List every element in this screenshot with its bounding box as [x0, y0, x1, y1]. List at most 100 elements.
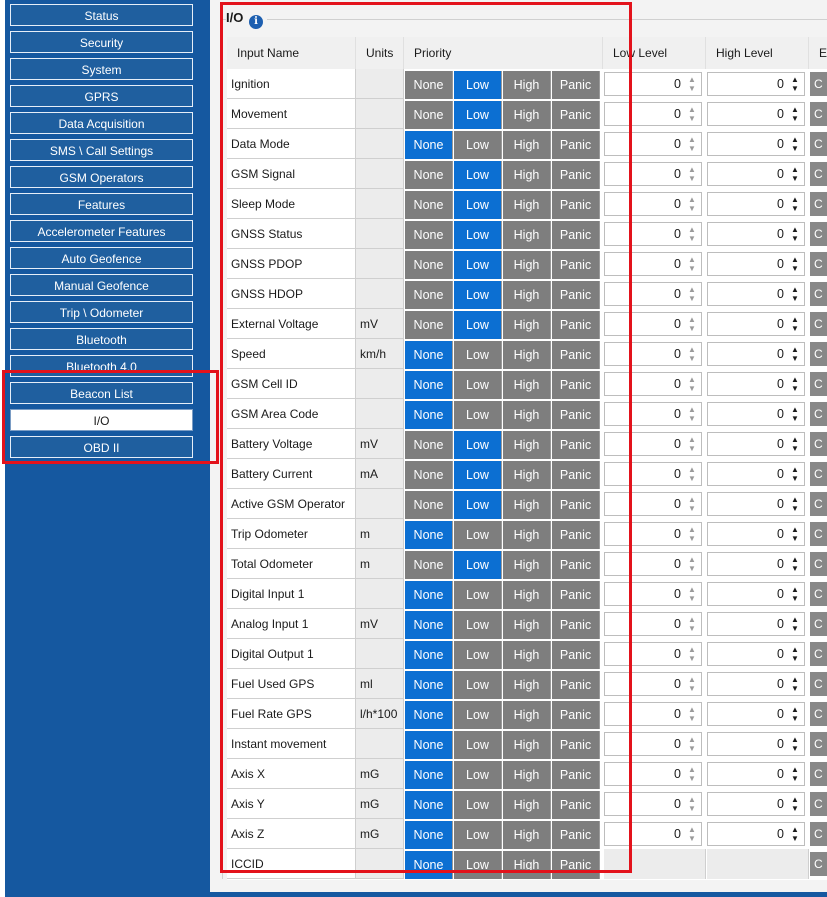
spinner-arrows-icon[interactable]: ▲ ▼	[686, 615, 698, 633]
spinner-arrows-icon[interactable]: ▲ ▼	[686, 345, 698, 363]
header-low-level[interactable]: Low Level	[603, 37, 706, 69]
high-level-stepper[interactable]: 0 ▲ ▼	[707, 582, 805, 606]
priority-high-button[interactable]: High	[503, 641, 551, 669]
low-level-stepper[interactable]: 0 ▲ ▼	[604, 612, 702, 636]
spinner-arrows-icon[interactable]: ▲ ▼	[789, 465, 801, 483]
priority-high-button[interactable]: High	[503, 431, 551, 459]
sidebar-item-security[interactable]: Security	[10, 31, 193, 53]
priority-low-button[interactable]: Low	[454, 401, 502, 429]
event-dropdown[interactable]: C	[810, 792, 827, 816]
spinner-arrows-icon[interactable]: ▲ ▼	[789, 285, 801, 303]
sidebar-item-gsm-operators[interactable]: GSM Operators	[10, 166, 193, 188]
priority-low-button[interactable]: Low	[454, 731, 502, 759]
low-level-stepper[interactable]: 0 ▲ ▼	[604, 312, 702, 336]
high-level-stepper[interactable]: 0 ▲ ▼	[707, 162, 805, 186]
priority-low-button[interactable]: Low	[454, 851, 502, 879]
sidebar-item-bluetooth[interactable]: Bluetooth	[10, 328, 193, 350]
priority-low-button[interactable]: Low	[454, 641, 502, 669]
event-dropdown[interactable]: C	[810, 822, 827, 846]
priority-high-button[interactable]: High	[503, 101, 551, 129]
high-level-stepper[interactable]: 0 ▲ ▼	[707, 402, 805, 426]
priority-panic-button[interactable]: Panic	[552, 611, 600, 639]
spinner-arrows-icon[interactable]: ▲ ▼	[789, 405, 801, 423]
sidebar-item-trip-odometer[interactable]: Trip \ Odometer	[10, 301, 193, 323]
event-dropdown[interactable]: C	[810, 852, 827, 876]
priority-low-button[interactable]: Low	[454, 221, 502, 249]
priority-none-button[interactable]: None	[405, 401, 453, 429]
priority-panic-button[interactable]: Panic	[552, 731, 600, 759]
high-level-stepper[interactable]: 0 ▲ ▼	[707, 462, 805, 486]
spinner-arrows-icon[interactable]: ▲ ▼	[789, 615, 801, 633]
spinner-arrows-icon[interactable]: ▲ ▼	[686, 495, 698, 513]
priority-panic-button[interactable]: Panic	[552, 221, 600, 249]
priority-panic-button[interactable]: Panic	[552, 581, 600, 609]
event-dropdown[interactable]: C	[810, 552, 827, 576]
priority-high-button[interactable]: High	[503, 221, 551, 249]
low-level-stepper[interactable]: 0 ▲ ▼	[604, 432, 702, 456]
spinner-arrows-icon[interactable]: ▲ ▼	[789, 675, 801, 693]
high-level-stepper[interactable]: 0 ▲ ▼	[707, 72, 805, 96]
priority-low-button[interactable]: Low	[454, 371, 502, 399]
priority-none-button[interactable]: None	[405, 191, 453, 219]
priority-low-button[interactable]: Low	[454, 761, 502, 789]
priority-none-button[interactable]: None	[405, 761, 453, 789]
spinner-arrows-icon[interactable]: ▲ ▼	[789, 795, 801, 813]
priority-high-button[interactable]: High	[503, 281, 551, 309]
priority-high-button[interactable]: High	[503, 671, 551, 699]
priority-none-button[interactable]: None	[405, 251, 453, 279]
priority-high-button[interactable]: High	[503, 581, 551, 609]
high-level-stepper[interactable]: 0 ▲ ▼	[707, 792, 805, 816]
priority-high-button[interactable]: High	[503, 71, 551, 99]
priority-low-button[interactable]: Low	[454, 281, 502, 309]
event-dropdown[interactable]: C	[810, 492, 827, 516]
spinner-arrows-icon[interactable]: ▲ ▼	[686, 825, 698, 843]
sidebar-item-beacon-list[interactable]: Beacon List	[10, 382, 193, 404]
spinner-arrows-icon[interactable]: ▲ ▼	[789, 345, 801, 363]
priority-low-button[interactable]: Low	[454, 611, 502, 639]
event-dropdown[interactable]: C	[810, 762, 827, 786]
priority-panic-button[interactable]: Panic	[552, 371, 600, 399]
priority-high-button[interactable]: High	[503, 131, 551, 159]
priority-panic-button[interactable]: Panic	[552, 671, 600, 699]
priority-panic-button[interactable]: Panic	[552, 761, 600, 789]
event-dropdown[interactable]: C	[810, 612, 827, 636]
priority-low-button[interactable]: Low	[454, 491, 502, 519]
high-level-stepper[interactable]: 0 ▲ ▼	[707, 702, 805, 726]
spinner-arrows-icon[interactable]: ▲ ▼	[789, 825, 801, 843]
sidebar-item-i-o[interactable]: I/O	[10, 409, 193, 431]
high-level-stepper[interactable]: 0 ▲ ▼	[707, 132, 805, 156]
priority-high-button[interactable]: High	[503, 731, 551, 759]
high-level-stepper[interactable]: 0 ▲ ▼	[707, 732, 805, 756]
priority-low-button[interactable]: Low	[454, 341, 502, 369]
priority-none-button[interactable]: None	[405, 461, 453, 489]
low-level-stepper[interactable]: 0 ▲ ▼	[604, 162, 702, 186]
priority-high-button[interactable]: High	[503, 371, 551, 399]
high-level-stepper[interactable]: 0 ▲ ▼	[707, 282, 805, 306]
sidebar-item-data-acquisition[interactable]: Data Acquisition	[10, 112, 193, 134]
header-event[interactable]: E	[809, 37, 827, 69]
spinner-arrows-icon[interactable]: ▲ ▼	[789, 735, 801, 753]
priority-none-button[interactable]: None	[405, 281, 453, 309]
priority-low-button[interactable]: Low	[454, 191, 502, 219]
priority-low-button[interactable]: Low	[454, 71, 502, 99]
spinner-arrows-icon[interactable]: ▲ ▼	[789, 705, 801, 723]
spinner-arrows-icon[interactable]: ▲ ▼	[789, 645, 801, 663]
spinner-arrows-icon[interactable]: ▲ ▼	[789, 315, 801, 333]
spinner-arrows-icon[interactable]: ▲ ▼	[686, 585, 698, 603]
priority-high-button[interactable]: High	[503, 461, 551, 489]
spinner-arrows-icon[interactable]: ▲ ▼	[789, 495, 801, 513]
priority-none-button[interactable]: None	[405, 341, 453, 369]
header-units[interactable]: Units	[356, 37, 404, 69]
low-level-stepper[interactable]: 0 ▲ ▼	[604, 582, 702, 606]
high-level-stepper[interactable]: 0 ▲ ▼	[707, 342, 805, 366]
priority-low-button[interactable]: Low	[454, 671, 502, 699]
high-level-stepper[interactable]: 0 ▲ ▼	[707, 372, 805, 396]
high-level-stepper[interactable]: 0 ▲ ▼	[707, 762, 805, 786]
priority-none-button[interactable]: None	[405, 641, 453, 669]
event-dropdown[interactable]: C	[810, 222, 827, 246]
priority-panic-button[interactable]: Panic	[552, 491, 600, 519]
spinner-arrows-icon[interactable]: ▲ ▼	[789, 75, 801, 93]
priority-low-button[interactable]: Low	[454, 431, 502, 459]
low-level-stepper[interactable]: 0 ▲ ▼	[604, 522, 702, 546]
priority-high-button[interactable]: High	[503, 341, 551, 369]
